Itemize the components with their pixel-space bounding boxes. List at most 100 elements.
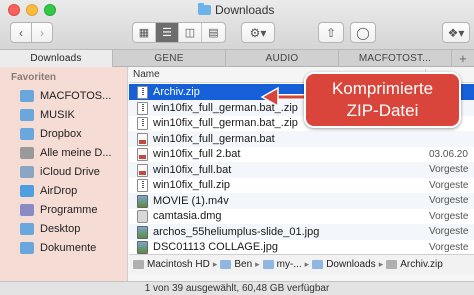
share-icon: ⇧	[325, 25, 337, 40]
chevron-left-icon: ‹	[19, 25, 23, 40]
file-row[interactable]: archos_55heliumplus-slide_01.jpg Vorgeste	[129, 223, 474, 240]
path-crumb-archiv[interactable]: Archiv.zip	[386, 259, 443, 270]
icon-view-button[interactable]: ▦	[133, 23, 156, 42]
tab-audio[interactable]: AUDIO	[226, 50, 339, 67]
applications-icon	[20, 204, 34, 216]
documents-icon	[20, 242, 34, 254]
sidebar-item[interactable]: AirDrop	[0, 182, 127, 200]
action-menu-button[interactable]: ⚙▾	[241, 22, 275, 43]
file-name: win10fix_full_german.bat_.zip	[153, 117, 298, 129]
zip-file-icon	[137, 179, 148, 192]
file-row[interactable]: win10fix_full.zip Vorgeste	[129, 177, 474, 193]
cloud-icon	[20, 166, 34, 178]
chevron-right-icon: ›	[40, 25, 44, 40]
file-name: camtasia.dmg	[153, 210, 222, 222]
sidebar-item-label: MUSIK	[40, 109, 75, 121]
finder-window: Downloads ‹ › ▦ ☰ ◫ ▤ ⚙▾ ⇧ ◯ ❖▾ Download…	[0, 0, 474, 295]
forward-button[interactable]: ›	[31, 22, 53, 43]
column-view-icon: ◫	[184, 27, 196, 39]
minimize-window-button[interactable]	[26, 4, 38, 16]
path-separator-icon: ▸	[212, 259, 218, 269]
path-crumb-user[interactable]: Ben	[220, 259, 252, 270]
folder-icon	[20, 90, 34, 102]
zip-file-icon	[137, 101, 148, 115]
zip-file-icon	[137, 117, 148, 130]
folder-icon	[262, 260, 274, 269]
sidebar-item-label: AirDrop	[40, 185, 78, 197]
all-files-icon	[20, 147, 34, 159]
file-row[interactable]: win10fix_full.bat Vorgeste	[129, 161, 474, 178]
gear-icon: ⚙▾	[249, 25, 267, 40]
maximize-window-button[interactable]	[44, 4, 56, 16]
close-window-button[interactable]	[8, 4, 20, 16]
sidebar-item[interactable]: MUSIK	[0, 106, 127, 124]
file-row[interactable]: camtasia.dmg Vorgeste	[129, 208, 474, 224]
dropbox-button[interactable]: ❖▾	[442, 22, 470, 43]
sidebar-item-label: Alle meine D...	[40, 147, 112, 159]
sidebar-item[interactable]: Dropbox	[0, 125, 127, 143]
file-date: Vorgeste	[429, 226, 469, 237]
img-file-icon	[137, 194, 148, 208]
sidebar-item[interactable]: MACFOTOS...	[0, 87, 127, 105]
titlebar: Downloads ‹ › ▦ ☰ ◫ ▤ ⚙▾ ⇧ ◯ ❖▾	[0, 0, 474, 50]
icon-view-icon: ▦	[138, 27, 150, 39]
bat-file-icon	[137, 148, 148, 161]
sidebar-item[interactable]: iCloud Drive	[0, 163, 127, 181]
sidebar-item-label: MACFOTOS...	[40, 90, 112, 102]
sidebar-item[interactable]: Programme	[0, 201, 127, 219]
img-file-icon	[137, 241, 148, 254]
sidebar-item-label: Programme	[40, 204, 98, 216]
share-button[interactable]: ⇧	[318, 22, 344, 43]
tab-bar: Downloads GENE AUDIO MACFOTOST... +	[0, 50, 474, 67]
path-separator-icon: ▸	[255, 259, 260, 269]
file-date: Vorgeste	[429, 210, 469, 222]
file-date: 03.06.20	[429, 148, 468, 160]
file-name: win10fix_full.zip	[153, 179, 231, 191]
callout-line-2: ZIP-Datei	[346, 101, 419, 120]
file-row[interactable]: win10fix_full 2.bat 03.06.20	[129, 146, 474, 162]
file-row[interactable]: MOVIE (1).m4v Vorgeste	[129, 192, 474, 209]
tags-button[interactable]: ◯	[350, 22, 376, 43]
path-crumb-macintosh-hd[interactable]: Macintosh HD	[133, 259, 210, 270]
back-button[interactable]: ‹	[10, 22, 32, 43]
list-view-button[interactable]: ☰	[156, 23, 179, 42]
path-separator-icon: ▸	[304, 259, 310, 269]
sidebar-heading: Favoriten	[11, 72, 57, 83]
new-tab-button[interactable]: +	[452, 50, 474, 67]
sidebar-item[interactable]: Dokumente	[0, 239, 127, 257]
tab-macfotost[interactable]: MACFOTOST...	[339, 50, 452, 67]
path-crumb-my[interactable]: my-...	[262, 259, 302, 270]
path-crumb-downloads[interactable]: Downloads	[312, 259, 376, 270]
path-separator-icon: ▸	[378, 259, 384, 269]
zip-file-icon	[386, 260, 398, 269]
downloads-folder-icon	[312, 260, 324, 269]
tab-downloads[interactable]: Downloads	[0, 50, 113, 67]
sidebar-item-label: Desktop	[40, 223, 81, 235]
airdrop-icon	[20, 185, 34, 197]
desktop-icon	[20, 223, 34, 235]
sidebar-item[interactable]: Alle meine D...	[0, 144, 127, 162]
img-file-icon	[137, 225, 148, 239]
bat-file-icon	[137, 163, 148, 177]
sidebar-item-label: iCloud Drive	[40, 166, 100, 178]
tab-gene[interactable]: GENE	[113, 50, 226, 67]
column-view-button[interactable]: ◫	[179, 23, 202, 42]
window-title: Downloads	[198, 3, 274, 17]
folder-icon	[198, 3, 211, 15]
sidebar: Favoriten MACFOTOS... MUSIK Dropbox Alle me…	[0, 67, 128, 281]
coverflow-view-button[interactable]: ▤	[202, 23, 225, 42]
file-row[interactable]: win10fix_full_german.bat	[129, 130, 474, 147]
file-name: Archiv.zip	[153, 86, 200, 98]
sidebar-item[interactable]: Desktop	[0, 220, 127, 238]
file-name: win10fix_full_german.bat_.zip	[153, 101, 298, 114]
sidebar-item-label: Dropbox	[40, 128, 82, 140]
file-name: win10fix_full_german.bat	[153, 132, 275, 145]
status-bar: 1 von 39 ausgewählt, 60,48 GB verfügbar	[0, 281, 474, 295]
file-row[interactable]: DSC01113 COLLAGE.jpg Vorgeste	[129, 239, 474, 254]
path-bar: Macintosh HD ▸ Ben ▸ my-... ▸ Downloads …	[129, 254, 474, 274]
file-date: Vorgeste	[429, 195, 469, 206]
view-mode-group: ▦ ☰ ◫ ▤	[132, 22, 226, 43]
column-header-name[interactable]: Name	[133, 69, 160, 80]
annotation-callout: Komprimierte ZIP-Datei	[304, 72, 461, 128]
file-date: Vorgeste	[429, 164, 469, 175]
